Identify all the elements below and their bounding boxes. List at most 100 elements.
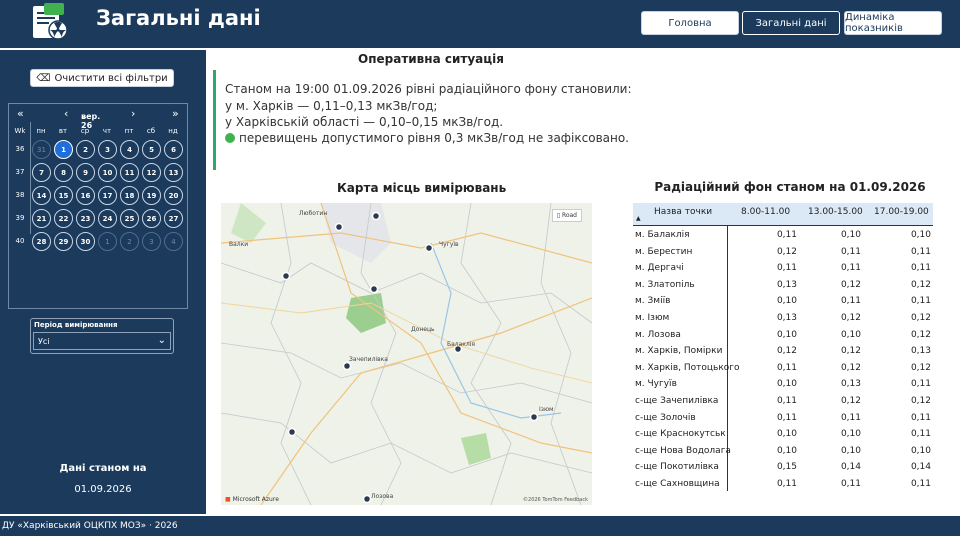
calendar-day[interactable]: 12 <box>142 163 161 182</box>
calendar-day[interactable]: 20 <box>164 186 183 205</box>
table-row[interactable]: м. Берестин 0,12 0,11 0,11 <box>633 244 933 260</box>
calendar-day[interactable]: 1 <box>54 140 73 159</box>
period-dropdown[interactable]: Усі ⌄ <box>33 332 171 350</box>
table-row[interactable]: м. Чугуїв 0,10 0,13 0,11 <box>633 376 933 392</box>
col-header-morning[interactable]: 8.00-11.00 <box>741 207 790 217</box>
nav-dynamics-button[interactable]: Динаміка показників <box>844 11 942 35</box>
calendar-day[interactable]: 28 <box>32 232 51 251</box>
sort-ascending-icon[interactable]: ▲ <box>636 215 641 222</box>
cell-value: 0,12 <box>840 313 861 323</box>
calendar-day[interactable]: 29 <box>54 232 73 251</box>
col-header-afternoon[interactable]: 13.00-15.00 <box>808 207 863 217</box>
table-row[interactable]: м. Зміїв 0,10 0,11 0,11 <box>633 293 933 309</box>
calendar-day[interactable]: 26 <box>142 209 161 228</box>
clear-filters-button[interactable]: ⌫ Очистити всі фільтри <box>30 69 174 87</box>
table-row[interactable]: с-ще Золочів 0,11 0,11 0,11 <box>633 410 933 426</box>
table-header: ▲ Назва точки 8.00-11.00 13.00-15.00 17.… <box>633 203 933 225</box>
calendar-day[interactable]: 14 <box>32 186 51 205</box>
eraser-icon: ⌫ <box>36 72 51 84</box>
situation-line-status: перевищень допустимого рівня 0,3 мкЗв/го… <box>225 131 629 145</box>
page-title: Загальні дані <box>96 6 261 30</box>
calendar-day[interactable]: 16 <box>76 186 95 205</box>
table-row[interactable]: м. Харків, Помірки 0,12 0,12 0,13 <box>633 343 933 359</box>
table-row[interactable]: с-ще Нова Водолага 0,10 0,10 0,10 <box>633 443 933 459</box>
cell-value: 0,13 <box>840 379 861 390</box>
cell-point-name: с-ще Сахновщина <box>635 479 720 489</box>
cell-value: 0,13 <box>776 279 797 290</box>
map-label: Лозова <box>371 493 394 500</box>
calendar-day[interactable]: 24 <box>98 209 117 228</box>
period-value: Усі <box>38 336 50 346</box>
calendar-day[interactable]: 2 <box>120 232 139 251</box>
cell-value: 0,10 <box>776 429 797 440</box>
calendar-day[interactable]: 3 <box>142 232 161 251</box>
calendar-day[interactable]: 22 <box>54 209 73 228</box>
cell-value: 0,12 <box>776 346 797 357</box>
calendar-day[interactable]: 1 <box>98 232 117 251</box>
table-row[interactable]: с-ще Покотилівка 0,15 0,14 0,14 <box>633 459 933 475</box>
map-road-toggle[interactable]: ▯ Road <box>551 209 582 222</box>
microsoft-logo-icon: ■ <box>225 496 231 503</box>
col-header-point[interactable]: Назва точки <box>654 207 712 217</box>
weekday-header: пт <box>124 127 134 135</box>
calendar-day[interactable]: 3 <box>98 140 117 159</box>
filter-sidebar: ⌫ Очистити всі фільтри « ‹ вер. 26 ⌄ › »… <box>0 50 206 514</box>
table-row[interactable]: м. Балаклія 0,11 0,10 0,10 <box>633 227 933 243</box>
calendar-day[interactable]: 25 <box>120 209 139 228</box>
cell-value: 0,12 <box>840 346 861 357</box>
map-label: Валки <box>229 241 248 248</box>
table-row[interactable]: с-ще Зачепилівка 0,11 0,12 0,12 <box>633 393 933 409</box>
calendar-day[interactable]: 21 <box>32 209 51 228</box>
calendar-day[interactable]: 11 <box>120 163 139 182</box>
measurement-map[interactable]: Люботин Валки Чугуїв Донець Балаклія Зач… <box>221 203 592 505</box>
cell-value: 0,11 <box>776 230 797 240</box>
cell-point-name: м. Златопіль <box>635 279 695 290</box>
nav-general-data-button[interactable]: Загальні дані <box>742 11 840 35</box>
cell-value: 0,12 <box>910 313 931 323</box>
col-header-evening[interactable]: 17.00-19.00 <box>874 207 929 217</box>
calendar-day[interactable]: 7 <box>32 163 51 182</box>
calendar-day[interactable]: 31 <box>32 140 51 159</box>
prev-year-icon[interactable]: « <box>17 107 24 120</box>
situation-line: у Харківській області — 0,10–0,15 мкЗв/г… <box>225 115 504 129</box>
calendar-day[interactable]: 27 <box>164 209 183 228</box>
cell-value: 0,10 <box>776 445 797 456</box>
cell-point-name: м. Берестин <box>635 246 693 257</box>
situation-panel: Станом на 19:00 01.09.2026 рівні радіаці… <box>213 70 633 170</box>
table-row[interactable]: с-ще Сахновщина 0,11 0,11 0,11 <box>633 476 933 492</box>
chevron-down-icon: ⌄ <box>157 335 166 346</box>
table-row[interactable]: м. Лозова 0,10 0,10 0,12 <box>633 327 933 343</box>
calendar-header: « ‹ вер. 26 ⌄ › » <box>9 104 189 130</box>
calendar-day[interactable]: 18 <box>120 186 139 205</box>
calendar-day[interactable]: 13 <box>164 163 183 182</box>
next-month-icon[interactable]: › <box>131 107 135 120</box>
cell-value: 0,11 <box>840 263 861 274</box>
calendar-day[interactable]: 15 <box>54 186 73 205</box>
calendar-day[interactable]: 23 <box>76 209 95 228</box>
calendar-day[interactable]: 5 <box>142 140 161 159</box>
weekday-header-row: Wk пн вт ср чт пт сб нд <box>9 125 189 139</box>
cell-value: 0,11 <box>910 246 931 257</box>
map-label: Балаклія <box>447 341 475 348</box>
calendar-day[interactable]: 8 <box>54 163 73 182</box>
calendar-day[interactable]: 6 <box>164 140 183 159</box>
table-row[interactable]: м. Харків, Потоцького 0,11 0,12 0,12 <box>633 360 933 376</box>
calendar-day[interactable]: 4 <box>120 140 139 159</box>
prev-month-icon[interactable]: ‹ <box>64 107 68 120</box>
cell-value: 0,11 <box>840 296 861 307</box>
calendar-day[interactable]: 4 <box>164 232 183 251</box>
nav-home-button[interactable]: Головна <box>641 11 739 35</box>
table-row[interactable]: м. Златопіль 0,13 0,12 0,12 <box>633 277 933 293</box>
calendar-day[interactable]: 19 <box>142 186 161 205</box>
cell-value: 0,10 <box>776 379 797 390</box>
table-row[interactable]: м. Дергачі 0,11 0,11 0,11 <box>633 260 933 276</box>
calendar-day[interactable]: 2 <box>76 140 95 159</box>
calendar-day[interactable]: 30 <box>76 232 95 251</box>
calendar-day[interactable]: 17 <box>98 186 117 205</box>
calendar-day[interactable]: 10 <box>98 163 117 182</box>
table-row[interactable]: с-ще Краснокутськ 0,10 0,10 0,11 <box>633 426 933 442</box>
cell-value: 0,12 <box>776 246 797 257</box>
table-row[interactable]: м. Ізюм 0,13 0,12 0,12 <box>633 310 933 326</box>
calendar-day[interactable]: 9 <box>76 163 95 182</box>
next-year-icon[interactable]: » <box>172 107 179 120</box>
